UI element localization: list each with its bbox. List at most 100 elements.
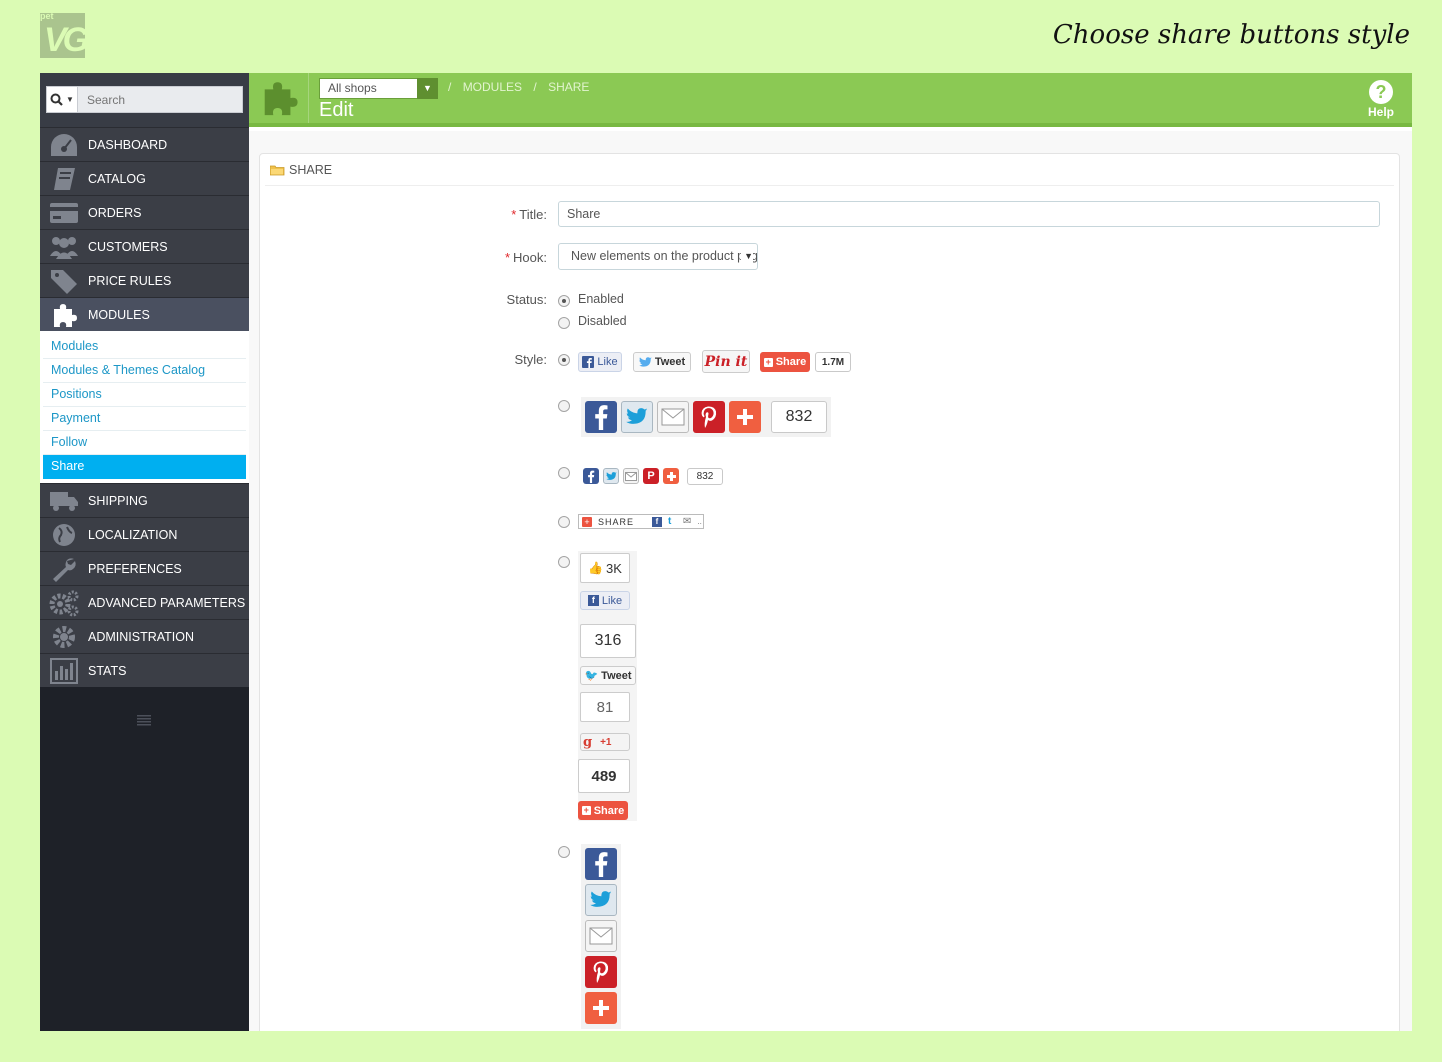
- search-input[interactable]: [78, 87, 242, 112]
- logo-mark: VG: [44, 21, 85, 58]
- chevron-down-icon: ▼: [417, 78, 438, 99]
- page-title: Edit: [319, 99, 354, 121]
- plus-icon[interactable]: [585, 992, 617, 1024]
- google-plus-button[interactable]: g +1: [580, 733, 630, 751]
- facebook-icon: f: [652, 516, 662, 527]
- sidebar-subitem-positions[interactable]: Positions: [43, 383, 246, 407]
- breadcrumb-share[interactable]: SHARE: [548, 80, 589, 94]
- sidebar-item-modules[interactable]: MODULES: [40, 297, 249, 331]
- folder-icon: [270, 165, 285, 175]
- help-button[interactable]: ? Help: [1366, 80, 1396, 119]
- fb-like-count-value: 3K: [606, 560, 622, 576]
- sidebar-subitem-modules[interactable]: Modules: [43, 335, 246, 359]
- addthis-share-button[interactable]: + Share: [760, 352, 810, 372]
- sidebar-subitem-follow[interactable]: Follow: [43, 431, 246, 455]
- collapse-menu-icon[interactable]: [137, 713, 151, 731]
- help-icon: ?: [1369, 80, 1393, 104]
- page-header: All shops ▼ / MODULES / SHARE Edit ? Hel…: [249, 73, 1412, 127]
- sidebar: ▼ DASHBOARD CATALOG ORDERS CUSTOMERS PRI…: [40, 73, 249, 1031]
- sidebar-item-label: ORDERS: [88, 205, 142, 220]
- pinterest-icon[interactable]: P: [643, 468, 659, 484]
- email-icon[interactable]: [623, 468, 639, 484]
- pinterest-icon[interactable]: [585, 956, 617, 988]
- share-count: 1.7M: [815, 352, 851, 372]
- style-5-radio[interactable]: [558, 556, 570, 568]
- sidebar-item-administration[interactable]: ADMINISTRATION: [40, 619, 249, 653]
- sidebar-item-stats[interactable]: STATS: [40, 653, 249, 687]
- pinterest-icon[interactable]: [693, 401, 725, 433]
- plus-icon: +: [582, 516, 592, 527]
- plus-icon[interactable]: [663, 468, 679, 484]
- search-area: ▼: [40, 73, 249, 127]
- status-disabled-radio[interactable]: [558, 317, 570, 329]
- twitter-icon[interactable]: [585, 884, 617, 916]
- twitter-icon[interactable]: [621, 401, 653, 433]
- required-marker: *: [511, 207, 517, 222]
- style-6-radio[interactable]: [558, 846, 570, 858]
- sidebar-item-preferences[interactable]: PREFERENCES: [40, 551, 249, 585]
- sidebar-item-advanced-parameters[interactable]: ADVANCED PARAMETERS: [40, 585, 249, 619]
- email-icon[interactable]: [585, 920, 617, 952]
- twitter-icon[interactable]: [603, 468, 619, 484]
- page-caption: Choose share buttons style: [1052, 20, 1410, 50]
- facebook-icon[interactable]: [585, 848, 617, 880]
- fb-like-label: Like: [601, 594, 623, 607]
- shop-select[interactable]: All shops ▼: [319, 78, 438, 99]
- panel-title: SHARE: [289, 162, 333, 177]
- status-enabled-label[interactable]: Enabled: [578, 292, 624, 306]
- share-count: 489: [578, 759, 630, 793]
- share-label: SHARE: [598, 516, 635, 527]
- plus-icon[interactable]: [729, 401, 761, 433]
- share-count: 832: [771, 401, 827, 433]
- sidebar-item-catalog[interactable]: CATALOG: [40, 161, 249, 195]
- sidebar-item-label: PRICE RULES: [88, 273, 172, 288]
- sidebar-item-label: MODULES: [88, 307, 150, 322]
- sidebar-item-localization[interactable]: LOCALIZATION: [40, 517, 249, 551]
- email-icon: ✉: [683, 515, 692, 527]
- sidebar-item-label: ADMINISTRATION: [88, 629, 195, 644]
- sidebar-item-orders[interactable]: ORDERS: [40, 195, 249, 229]
- share-panel: SHARE *Title: *Hook: New elements on the…: [259, 153, 1400, 1031]
- sidebar-item-label: ADVANCED PARAMETERS: [88, 595, 246, 610]
- search-type-button[interactable]: ▼: [47, 87, 78, 112]
- sidebar-item-label: DASHBOARD: [88, 137, 168, 152]
- fb-like-button[interactable]: f Like: [580, 591, 630, 610]
- logo-small-text: pet: [40, 13, 54, 21]
- facebook-icon[interactable]: [583, 468, 599, 484]
- puzzle-icon: [249, 73, 309, 123]
- twitter-icon: 🐦: [584, 670, 599, 682]
- sidebar-item-price-rules[interactable]: PRICE RULES: [40, 263, 249, 297]
- tags-icon: [40, 264, 88, 297]
- hook-select[interactable]: New elements on the product page ▼: [558, 243, 758, 270]
- sidebar-subitem-share[interactable]: Share: [43, 455, 246, 479]
- addthis-compact-button[interactable]: + SHARE f t ✉ ..: [578, 514, 704, 529]
- pin-it-button[interactable]: Pin it: [702, 350, 750, 373]
- facebook-icon[interactable]: [585, 401, 617, 433]
- tweet-label: Tweet: [601, 669, 632, 682]
- sidebar-item-customers[interactable]: CUSTOMERS: [40, 229, 249, 263]
- sidebar-subitem-payment[interactable]: Payment: [43, 407, 246, 431]
- style-3-radio[interactable]: [558, 467, 570, 479]
- status-enabled-radio[interactable]: [558, 295, 570, 307]
- style-2-radio[interactable]: [558, 400, 570, 412]
- breadcrumb-modules[interactable]: MODULES: [463, 80, 522, 94]
- sidebar-item-label: SHIPPING: [88, 493, 148, 508]
- style-2-group: 832: [581, 397, 831, 437]
- users-icon: [40, 230, 88, 263]
- addthis-share-button[interactable]: + Share: [578, 801, 628, 820]
- fb-like-button[interactable]: Like: [578, 352, 622, 372]
- tweet-button[interactable]: 🐦 Tweet: [580, 666, 636, 685]
- sidebar-item-shipping[interactable]: SHIPPING: [40, 483, 249, 517]
- style-1-radio[interactable]: [558, 354, 570, 366]
- chevron-down-icon: ▼: [741, 244, 753, 269]
- style-4-radio[interactable]: [558, 516, 570, 528]
- email-icon[interactable]: [657, 401, 689, 433]
- status-disabled-label[interactable]: Disabled: [578, 314, 627, 328]
- required-marker: *: [504, 250, 511, 265]
- tweet-button[interactable]: Tweet: [633, 352, 691, 372]
- more-icon: ..: [697, 516, 702, 526]
- title-input[interactable]: [558, 201, 1380, 227]
- sidebar-subitem-catalog[interactable]: Modules & Themes Catalog: [43, 359, 246, 383]
- sidebar-item-dashboard[interactable]: DASHBOARD: [40, 127, 249, 161]
- plus-icon: +: [581, 805, 591, 815]
